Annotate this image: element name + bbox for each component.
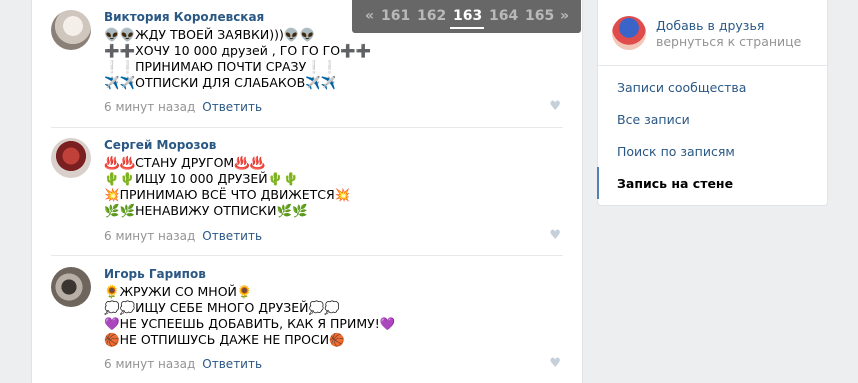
current-page: 163 xyxy=(453,8,483,24)
menu-item-all-posts[interactable]: Все записи xyxy=(617,112,690,127)
comment-line: 👽👽ЖДУ ТВОЕЙ ЗАЯВКИ)))👽👽 xyxy=(104,27,316,42)
comment-author[interactable]: Виктория Королевская xyxy=(104,10,264,24)
comment-item: Игорь Гарипов 🌻ЖРУЖИ СО МНОЙ🌻 💭💭ИЩУ СЕБЕ… xyxy=(51,267,563,377)
comment-meta: 6 минут назад Ответить xyxy=(104,357,262,371)
page-link[interactable]: 161 xyxy=(381,8,410,24)
current-page-indicator xyxy=(450,27,484,29)
comment-line: 🌻ЖРУЖИ СО МНОЙ🌻 xyxy=(104,284,253,299)
avatar[interactable] xyxy=(51,10,91,50)
divider xyxy=(598,65,827,66)
pagination: « 161 162 163 164 165 » xyxy=(352,0,581,33)
comment-line: ➕➕ХОЧУ 10 000 друзей , ГО ГО ГО➕➕ xyxy=(104,43,372,58)
comment-text: 👽👽ЖДУ ТВОЕЙ ЗАЯВКИ)))👽👽 ➕➕ХОЧУ 10 000 др… xyxy=(104,27,371,91)
prev-page-button[interactable]: « xyxy=(365,8,374,24)
comment-line: ♨️♨️СТАНУ ДРУГОМ♨️♨️ xyxy=(104,155,266,170)
comment-line: 💜НЕ УСПЕЕШЬ ДОБАВИТЬ, КАК Я ПРИМУ!💜 xyxy=(104,316,396,331)
page-link[interactable]: 165 xyxy=(525,8,554,24)
comment-line: 💥ПРИНИМАЮ ВСЁ ЧТО ДВИЖЕТСЯ💥 xyxy=(104,187,351,202)
menu-item-community-posts[interactable]: Записи сообщества xyxy=(617,80,746,95)
comment-meta: 6 минут назад Ответить xyxy=(104,229,262,243)
comment-item: Сергей Морозов ♨️♨️СТАНУ ДРУГОМ♨️♨️ 🌵🌵ИЩ… xyxy=(51,138,563,248)
avatar[interactable] xyxy=(612,16,646,50)
profile-link[interactable]: Добавь в друзья xyxy=(656,18,764,33)
comment-meta: 6 минут назад Ответить xyxy=(104,100,262,114)
heart-icon[interactable]: ♥ xyxy=(549,228,561,243)
back-to-page-link[interactable]: вернуться к странице xyxy=(656,34,801,49)
next-page-button[interactable]: » xyxy=(560,8,569,24)
heart-icon[interactable]: ♥ xyxy=(549,99,561,114)
separator xyxy=(51,255,563,256)
reply-button[interactable]: Ответить xyxy=(202,229,262,243)
comment-time[interactable]: 6 минут назад xyxy=(104,229,195,243)
active-indicator xyxy=(597,167,599,199)
comment-text: 🌻ЖРУЖИ СО МНОЙ🌻 💭💭ИЩУ СЕБЕ МНОГО ДРУЗЕЙ💭… xyxy=(104,284,395,348)
comments-feed: Виктория Королевская 👽👽ЖДУ ТВОЕЙ ЗАЯВКИ)… xyxy=(31,0,583,383)
comment-line: 💭💭ИЩУ СЕБЕ МНОГО ДРУЗЕЙ💭💭 xyxy=(104,300,340,315)
comment-line: 🌵🌵ИЩУ 10 000 ДРУЗЕЙ🌵🌵 xyxy=(104,171,299,186)
avatar[interactable] xyxy=(51,267,91,307)
comment-author[interactable]: Игорь Гарипов xyxy=(104,267,206,281)
comment-line: 🏀НЕ ОТПИШУСЬ ДАЖЕ НЕ ПРОСИ🏀 xyxy=(104,332,345,347)
comment-line: 🌿🌿НЕНАВИЖУ ОТПИСКИ🌿🌿 xyxy=(104,203,308,218)
reply-button[interactable]: Ответить xyxy=(202,357,262,371)
separator xyxy=(51,127,563,128)
comment-line: ✈️✈️ОТПИСКИ ДЛЯ СЛАБАКОВ✈️✈️ xyxy=(104,75,337,90)
menu-item-search-posts[interactable]: Поиск по записям xyxy=(617,144,735,159)
comment-time[interactable]: 6 минут назад xyxy=(104,357,195,371)
menu-item-wall-post[interactable]: Запись на стене xyxy=(617,176,733,191)
heart-icon[interactable]: ♥ xyxy=(549,356,561,371)
right-panel: Добавь в друзья вернуться к странице Зап… xyxy=(597,0,828,206)
comment-author[interactable]: Сергей Морозов xyxy=(104,138,216,152)
comment-text: ♨️♨️СТАНУ ДРУГОМ♨️♨️ 🌵🌵ИЩУ 10 000 ДРУЗЕЙ… xyxy=(104,155,350,219)
reply-button[interactable]: Ответить xyxy=(202,100,262,114)
comment-time[interactable]: 6 минут назад xyxy=(104,100,195,114)
avatar[interactable] xyxy=(51,138,91,178)
comment-line: ❕❕ПРИНИМАЮ ПОЧТИ СРАЗУ❕❕ xyxy=(104,59,338,74)
page-link[interactable]: 164 xyxy=(489,8,518,24)
page-link[interactable]: 162 xyxy=(417,8,446,24)
